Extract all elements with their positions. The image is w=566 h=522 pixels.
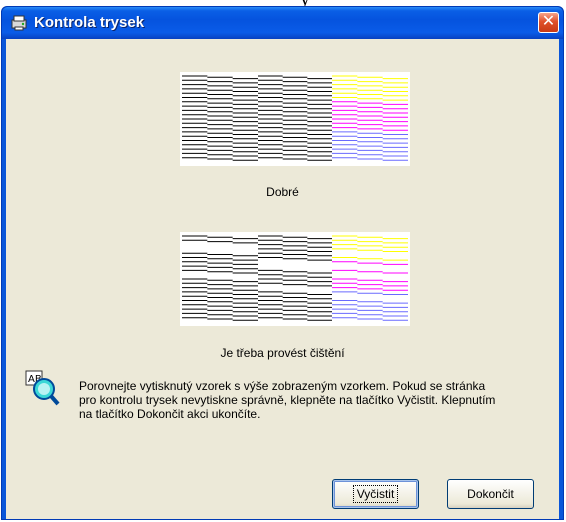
good-pattern-image — [180, 72, 410, 166]
good-pattern-caption: Dobré — [266, 185, 299, 199]
clean-button[interactable]: Vyčistit — [332, 479, 419, 509]
bad-pattern-image — [180, 232, 410, 326]
window-title: Kontrola trysek — [34, 14, 145, 31]
instruction-text: Porovnejte vytisknutý vzorek s výše zobr… — [79, 379, 496, 421]
clean-button-label: Vyčistit — [352, 485, 399, 503]
finish-button-label: Dokončit — [467, 487, 514, 501]
printer-nozzle-icon — [11, 15, 27, 31]
finish-button[interactable]: Dokončit — [447, 479, 534, 509]
close-button[interactable]: ✕ — [538, 12, 559, 33]
dialog-client-area: Dobré Je třeba provést čištění AB Porovn… — [6, 39, 559, 519]
title-bar[interactable]: Kontrola trysek ✕ — [2, 7, 563, 39]
bad-pattern-caption: Je třeba provést čištění — [220, 346, 345, 360]
nozzle-check-dialog: Kontrola trysek ✕ Dobré Je třeba provést… — [1, 6, 564, 520]
magnifier-info-icon: AB — [25, 370, 60, 406]
